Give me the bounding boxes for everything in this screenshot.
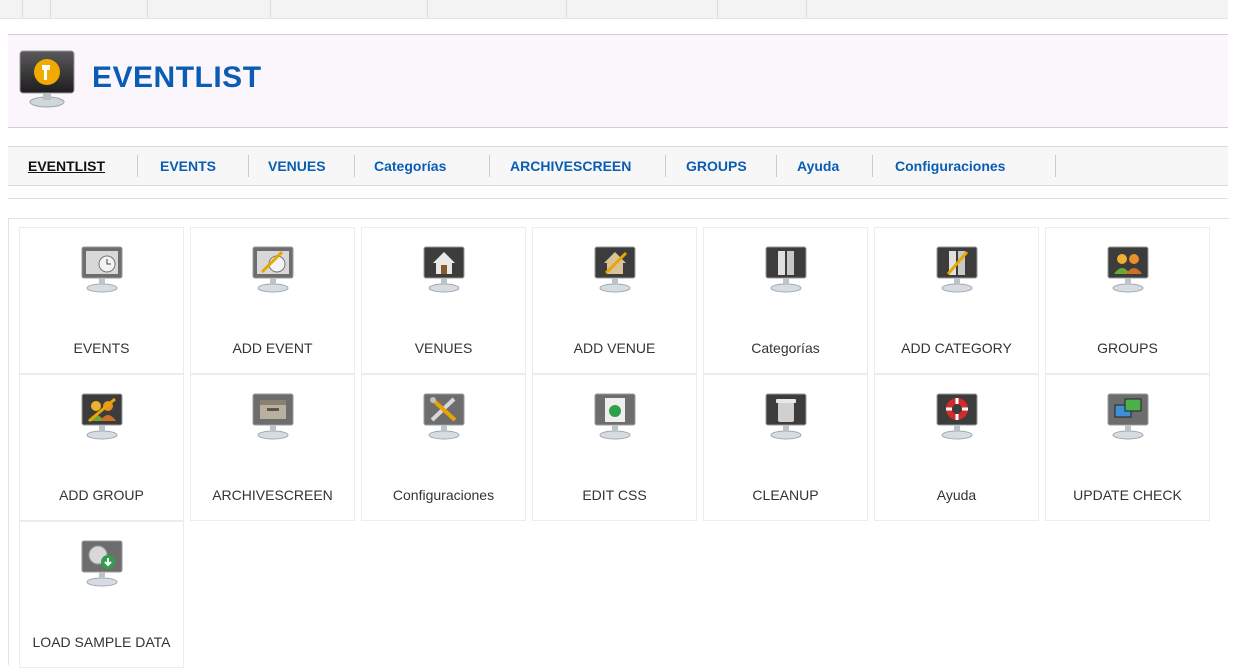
panel-item-label: EDIT CSS [582,487,647,503]
panel-item-venues[interactable]: VENUES [361,227,526,374]
add-event-icon [252,246,294,293]
panel-item-label: ADD GROUP [59,487,144,503]
panel-item-add-group[interactable]: ADD GROUP [19,374,184,521]
submenu-divider [354,155,355,177]
panel-item-events[interactable]: EVENTS [19,227,184,374]
panel-item-groups[interactable]: GROUPS [1045,227,1210,374]
panel-item-configuraciones[interactable]: Configuraciones [361,374,526,521]
add-group-icon [81,393,123,440]
toolbar-divider [147,0,148,18]
update-icon [1107,393,1149,440]
eventlist-logo-icon [19,50,75,108]
panel-item-add-event[interactable]: ADD EVENT [190,227,355,374]
toolbar-divider [22,0,23,18]
add-venue-icon [594,246,636,293]
help-icon [936,393,978,440]
panel-item-label: Ayuda [936,487,977,503]
top-toolbar [0,0,1228,19]
submenu-divider [872,155,873,177]
categories-icon [765,246,807,293]
add-category-icon [936,246,978,293]
toolbar-divider [427,0,428,18]
tab-ayuda[interactable]: Ayuda [797,158,839,174]
toolbar-divider [270,0,271,18]
panel-item-label: Configuraciones [392,487,495,503]
panel-item-label: ADD VENUE [573,340,656,356]
panel-item-categories[interactable]: Categorías [703,227,868,374]
panel-item-label: ADD EVENT [232,340,313,356]
toolbar-divider [50,0,51,18]
panel-item-edit-css[interactable]: EDIT CSS [532,374,697,521]
panel-item-label: EVENTS [73,340,130,356]
submenu-divider [248,155,249,177]
tab-categories[interactable]: Categorías [374,158,446,174]
submenu-divider [1055,155,1056,177]
tab-events[interactable]: EVENTS [160,158,216,174]
panel-item-label: LOAD SAMPLE DATA [32,634,171,650]
events-icon [81,246,123,293]
sample-data-icon [81,540,123,587]
panel-item-cleanup[interactable]: CLEANUP [703,374,868,521]
archive-icon [252,393,294,440]
tab-archivescreen[interactable]: ARCHIVESCREEN [510,158,631,174]
panel-item-label: UPDATE CHECK [1073,487,1182,503]
panel-item-add-category[interactable]: ADD CATEGORY [874,227,1039,374]
tab-groups[interactable]: GROUPS [686,158,747,174]
tools-icon [423,393,465,440]
panel-item-label: CLEANUP [752,487,819,503]
submenu-divider [137,155,138,177]
panel-item-load-sample-data[interactable]: LOAD SAMPLE DATA [19,521,184,668]
page-header: EVENTLIST [8,34,1228,128]
panel-item-archivescreen[interactable]: ARCHIVESCREEN [190,374,355,521]
tab-venues[interactable]: VENUES [268,158,326,174]
panel-item-label: ADD CATEGORY [901,340,1012,356]
tab-configuraciones[interactable]: Configuraciones [895,158,1005,174]
panel-item-label: VENUES [414,340,473,356]
panel-item-ayuda[interactable]: Ayuda [874,374,1039,521]
toolbar-divider [806,0,807,18]
divider [8,198,1228,199]
submenu-divider [776,155,777,177]
css-icon [594,393,636,440]
trash-icon [765,393,807,440]
panel-item-update-check[interactable]: UPDATE CHECK [1045,374,1210,521]
groups-icon [1107,246,1149,293]
submenu-bar: EVENTLIST EVENTS VENUES Categorías ARCHI… [8,146,1228,186]
tab-eventlist[interactable]: EVENTLIST [28,158,105,174]
panel-item-label: Categorías [751,340,820,356]
control-panel: EVENTS ADD EVENT VENUES ADD VENUE Catego… [8,218,1229,668]
submenu-divider [665,155,666,177]
panel-item-label: GROUPS [1097,340,1158,356]
venues-icon [423,246,465,293]
panel-item-label: ARCHIVESCREEN [212,487,333,503]
page-title: EVENTLIST [92,61,262,94]
toolbar-divider [717,0,718,18]
toolbar-divider [566,0,567,18]
submenu-divider [489,155,490,177]
panel-item-add-venue[interactable]: ADD VENUE [532,227,697,374]
